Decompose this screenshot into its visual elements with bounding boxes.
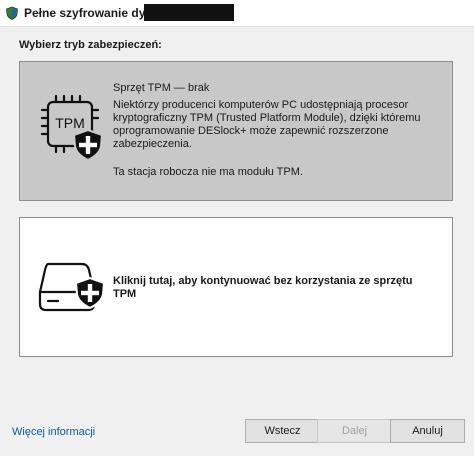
drive-shield-icon: [38, 262, 106, 312]
tpm-option-description: Niektórzy producenci komputerów PC udost…: [113, 99, 421, 150]
title-bar: Pełne szyfrowanie dysku:: [0, 0, 474, 27]
next-button[interactable]: Dalej: [317, 419, 392, 443]
shield-app-icon: [6, 6, 18, 20]
option-continue-without-tpm[interactable]: Kliknij tutaj, aby kontynuować bez korzy…: [19, 217, 453, 357]
cancel-button[interactable]: Anuluj: [390, 419, 465, 443]
tpm-chip-shield-icon: TPM: [40, 94, 104, 162]
dialog-footer: Więcej informacji Wstecz Dalej Anuluj: [0, 406, 474, 456]
back-button[interactable]: Wstecz: [245, 419, 320, 443]
tpm-icon-label: TPM: [55, 115, 85, 131]
page-heading: Wybierz tryb zabezpieczeń:: [19, 39, 162, 51]
redacted-drive-name: [144, 4, 234, 21]
continue-option-title: Kliknij tutaj, aby kontynuować bez korzy…: [113, 275, 413, 300]
option-tpm-hardware[interactable]: TPM Sprzęt TPM — brak Niektórzy producen…: [19, 61, 453, 201]
tpm-option-title: Sprzęt TPM — brak: [113, 82, 210, 94]
tpm-option-note: Ta stacja robocza nie ma modułu TPM.: [113, 166, 303, 178]
more-info-link[interactable]: Więcej informacji: [12, 426, 95, 438]
